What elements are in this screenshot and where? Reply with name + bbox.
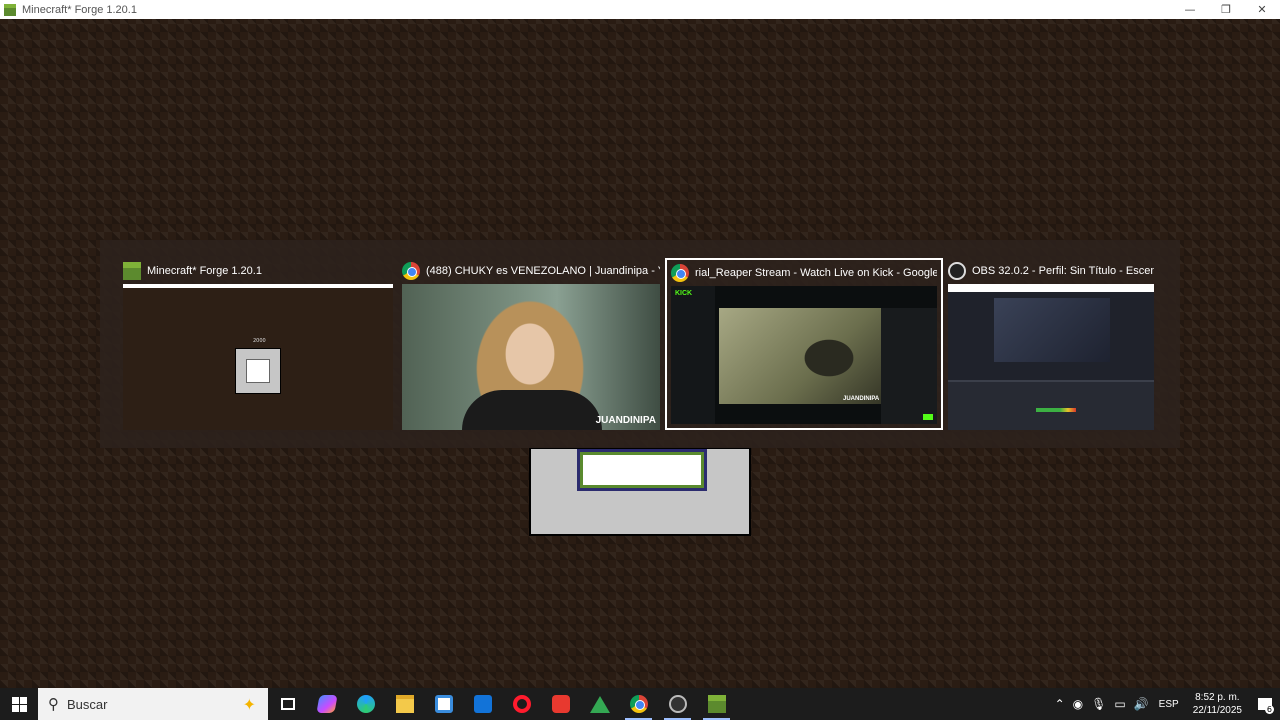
clock-date: 22/11/2025	[1192, 705, 1242, 716]
taskbar-app-task-view[interactable]	[268, 688, 307, 720]
clock-time: 8:52 p. m.	[1195, 692, 1240, 703]
store-icon	[434, 695, 453, 713]
search-placeholder: Buscar	[67, 696, 108, 712]
taskbar-app-wps[interactable]	[541, 688, 580, 720]
search-icon: ⚲	[48, 695, 59, 713]
taskbar-app-drive[interactable]	[580, 688, 619, 720]
obs-icon	[668, 695, 687, 713]
start-button[interactable]	[0, 688, 38, 720]
taskbar-apps	[268, 688, 736, 720]
taskbar-app-edge[interactable]	[346, 688, 385, 720]
minecraft-icon	[4, 3, 16, 16]
taskbar-app-opera[interactable]	[502, 688, 541, 720]
window-preview	[948, 284, 1154, 430]
maximize-button[interactable]: ❐	[1208, 0, 1244, 19]
obs-icon	[948, 262, 966, 280]
chrome-icon	[402, 262, 420, 280]
volume-icon[interactable]: 🔊	[1134, 697, 1149, 711]
switcher-item-label: OBS 32.0.2 - Perfil: Sin Título - Escen.…	[972, 265, 1154, 277]
game-dialog	[529, 447, 751, 536]
chevron-up-icon[interactable]: ⌃	[1055, 697, 1065, 711]
switcher-item-label: (488) CHUKY es VENEZOLANO | Juandinipa -…	[426, 265, 660, 277]
search-box[interactable]: ⚲ Buscar ✦	[38, 688, 268, 720]
preview-watermark: JUANDINIPA	[595, 415, 656, 426]
windows-icon	[11, 696, 27, 712]
microphone-icon[interactable]: 🎙	[1091, 697, 1106, 711]
wps-icon	[551, 695, 570, 713]
switcher-item-kick[interactable]: rial_Reaper Stream - Watch Live on Kick …	[665, 258, 943, 430]
clock[interactable]: 8:52 p. m. 22/11/2025	[1193, 691, 1242, 717]
edge-icon	[356, 695, 375, 713]
window-title: Minecraft* Forge 1.20.1	[22, 3, 137, 16]
taskbar-app-store[interactable]	[424, 688, 463, 720]
minimize-button[interactable]: —	[1172, 0, 1208, 19]
window-controls: — ❐ ✕	[1172, 0, 1280, 19]
game-dialog-slot	[577, 449, 707, 491]
window-titlebar: Minecraft* Forge 1.20.1 — ❐ ✕	[0, 0, 1280, 19]
window-preview: KICK JUANDINIPA	[671, 286, 937, 424]
kick-logo: KICK	[675, 290, 693, 297]
close-button[interactable]: ✕	[1244, 0, 1280, 19]
minecraft-icon	[707, 695, 726, 713]
taskbar: ⚲ Buscar ✦ ⌃ ◉ 🎙 ▭ 🔊 ESP 8:52 p. m. 22/1…	[0, 688, 1280, 720]
language-indicator[interactable]: ESP	[1159, 699, 1179, 710]
taskbar-app-file-explorer[interactable]	[385, 688, 424, 720]
network-icon[interactable]: ▭	[1114, 697, 1125, 711]
chrome-icon	[629, 695, 648, 713]
preview-watermark: JUANDINIPA	[843, 396, 880, 402]
switcher-item-obs[interactable]: OBS 32.0.2 - Perfil: Sin Título - Escen.…	[948, 258, 1154, 430]
taskbar-app-copilot[interactable]	[307, 688, 346, 720]
folder-icon	[395, 695, 414, 713]
minecraft-icon	[123, 262, 141, 280]
taskbar-app-outlook[interactable]	[463, 688, 502, 720]
task-view-icon	[280, 698, 295, 710]
switcher-item-label: Minecraft* Forge 1.20.1	[147, 265, 262, 277]
switcher-item-minecraft[interactable]: Minecraft* Forge 1.20.1 2000	[123, 258, 393, 430]
chrome-icon	[671, 264, 689, 282]
sparkle-icon: ✦	[242, 694, 256, 714]
copilot-icon	[315, 695, 338, 713]
google-drive-icon	[589, 695, 610, 713]
system-tray: ⌃ ◉ 🎙 ▭ 🔊 ESP 8:52 p. m. 22/11/2025 6	[1051, 688, 1280, 720]
switcher-item-label: rial_Reaper Stream - Watch Live on Kick …	[695, 267, 937, 279]
preview-text: 2000	[253, 338, 266, 344]
taskbar-app-minecraft[interactable]	[697, 688, 736, 720]
outlook-icon	[473, 695, 492, 713]
taskbar-app-chrome[interactable]	[619, 688, 658, 720]
webcam-icon[interactable]: ◉	[1073, 697, 1083, 711]
opera-icon	[512, 695, 531, 713]
switcher-item-youtube[interactable]: (488) CHUKY es VENEZOLANO | Juandinipa -…	[402, 258, 660, 430]
notification-count: 6	[1264, 705, 1274, 714]
notifications-button[interactable]: 6	[1250, 688, 1280, 720]
window-preview: 2000	[123, 284, 393, 430]
window-preview: JUANDINIPA	[402, 284, 660, 430]
taskbar-app-obs[interactable]	[658, 688, 697, 720]
